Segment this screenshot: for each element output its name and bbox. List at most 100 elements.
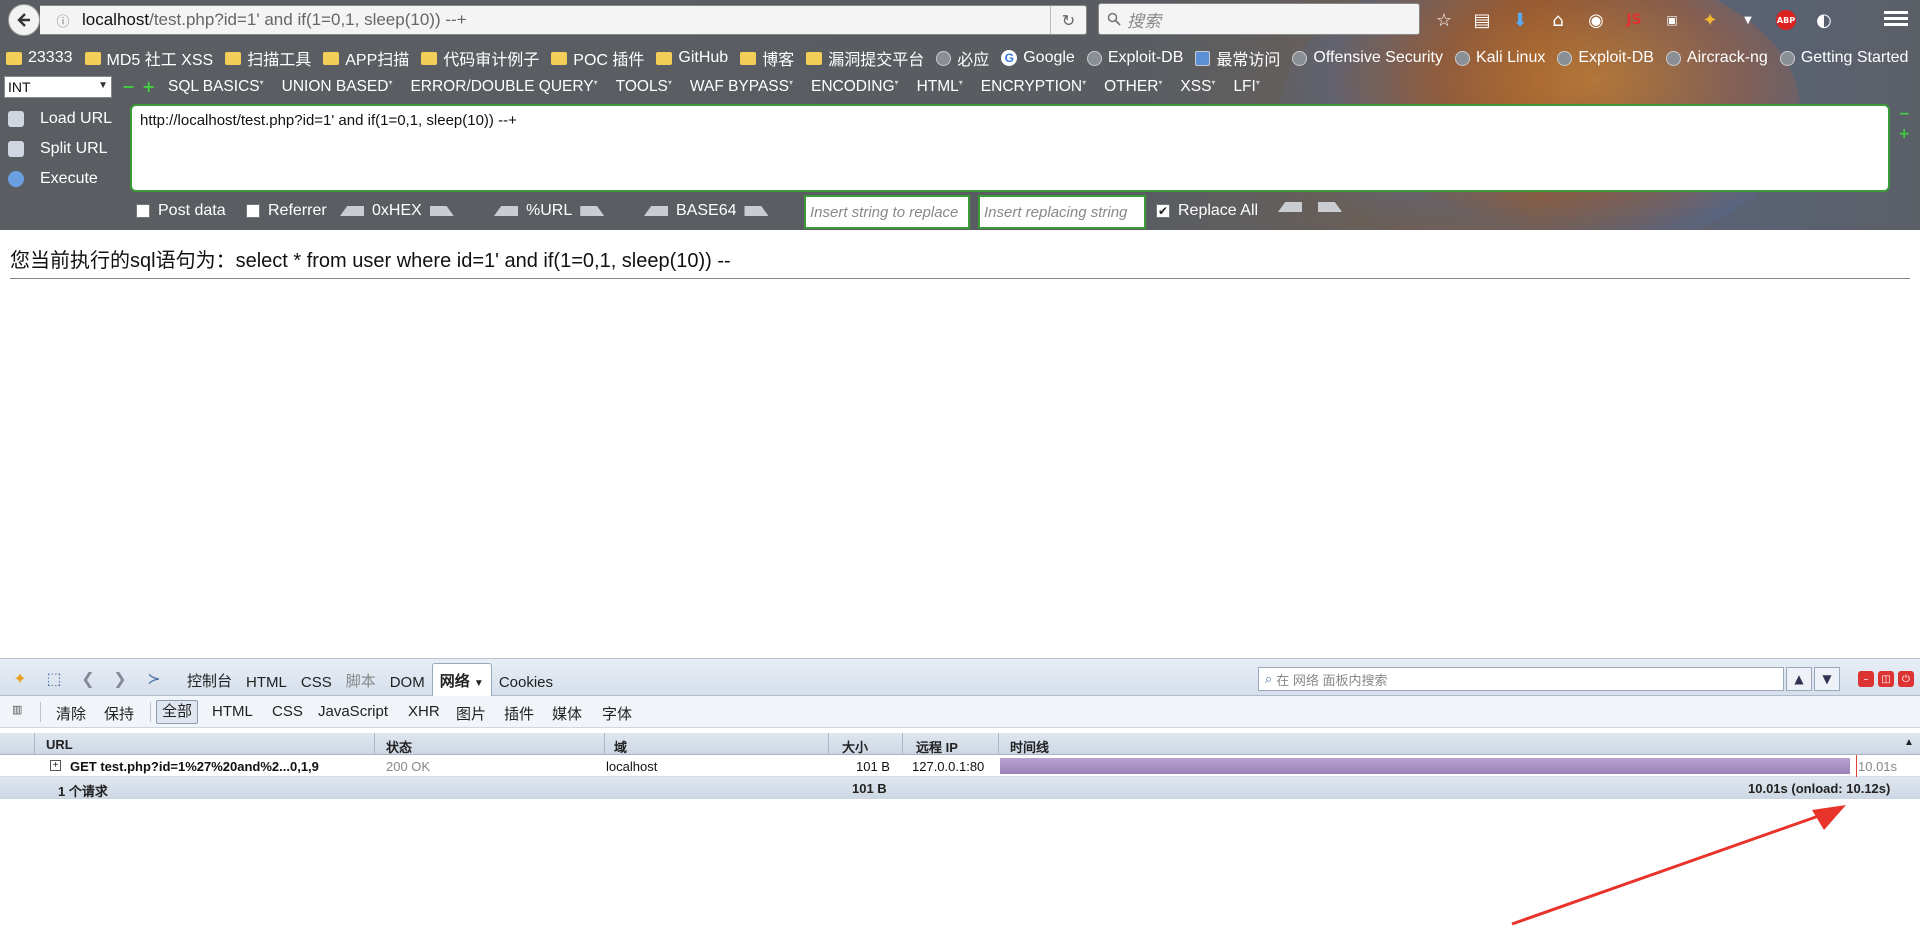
minimize-icon[interactable]: – <box>1858 671 1874 687</box>
search-prev-button[interactable]: ▲ <box>1786 667 1812 691</box>
column-remote-ip[interactable]: 远程 IP <box>916 737 958 756</box>
forward-icon[interactable]: ❯ <box>110 668 130 688</box>
bookmark-link[interactable]: Exploit-DB <box>1557 49 1654 67</box>
url-encode-control[interactable]: %URL <box>486 202 612 220</box>
tab-dom[interactable]: DOM <box>383 668 432 697</box>
bookmark-folder[interactable]: 代码审计例子 <box>421 46 539 70</box>
panel-search-input[interactable]: ⌕ 在 网络 面板内搜索 <box>1258 667 1784 691</box>
home-icon[interactable]: ⌂ <box>1546 8 1570 32</box>
tab-cookies[interactable]: Cookies <box>492 668 560 697</box>
notification-icon[interactable]: ▣ <box>1660 8 1684 32</box>
replace-controls[interactable] <box>1270 202 1350 212</box>
reload-icon[interactable]: ↻ <box>1050 6 1086 34</box>
right-arrow-icon[interactable] <box>429 206 454 216</box>
bookmark-folder[interactable]: 23333 <box>6 49 73 67</box>
filter-media[interactable]: 媒体 <box>552 703 582 724</box>
search-bar[interactable]: 搜索 <box>1098 3 1420 35</box>
bookmark-folder[interactable]: MD5 社工 XSS <box>84 46 213 70</box>
left-arrow-icon[interactable] <box>644 206 668 216</box>
right-arrow-icon[interactable] <box>580 206 605 216</box>
column-domain[interactable]: 域 <box>614 737 627 756</box>
detach-icon[interactable]: ◫ <box>1878 671 1894 687</box>
menu-xss[interactable]: XSS▾ <box>1180 78 1215 96</box>
filter-html[interactable]: HTML <box>212 703 253 720</box>
filter-xhr[interactable]: XHR <box>408 703 440 720</box>
tab-html[interactable]: HTML <box>239 668 294 697</box>
plus-icon[interactable]: + <box>142 77 155 96</box>
back-icon[interactable]: ❮ <box>78 668 98 688</box>
filter-css[interactable]: CSS <box>272 703 303 720</box>
filter-fonts[interactable]: 字体 <box>602 703 632 724</box>
bookmark-folder[interactable]: APP扫描 <box>323 46 409 70</box>
column-timeline[interactable]: 时间线 <box>1010 737 1049 756</box>
menu-sql-basics[interactable]: SQL BASICS▾ <box>168 78 264 96</box>
filter-all[interactable]: 全部 <box>156 700 199 724</box>
firebug-icon[interactable]: ✦ <box>10 668 30 688</box>
split-url-button[interactable]: Split URL <box>0 134 130 164</box>
hamburger-menu-icon[interactable] <box>1884 8 1908 30</box>
menu-html[interactable]: HTML▾ <box>917 78 963 96</box>
reading-list-icon[interactable]: ▤ <box>1470 8 1494 32</box>
bookmark-link[interactable]: Offensive Security <box>1292 49 1443 67</box>
bookmark-link[interactable]: Getting Started <box>1779 49 1908 67</box>
minus-icon[interactable]: − <box>122 77 135 96</box>
back-button[interactable] <box>8 4 40 36</box>
tab-network[interactable]: 网络 ▼ <box>431 663 492 697</box>
left-arrow-icon[interactable] <box>340 206 364 216</box>
tab-script[interactable]: 脚本 <box>339 664 383 697</box>
bookmark-link[interactable]: Kali Linux <box>1454 49 1545 67</box>
command-line-icon[interactable]: ≻ <box>144 668 164 688</box>
bookmark-folder[interactable]: 博客 <box>740 46 794 70</box>
bookmark-link[interactable]: 必应 <box>936 46 989 70</box>
right-arrow-icon[interactable] <box>1318 202 1342 212</box>
menu-union-based[interactable]: UNION BASED▾ <box>282 78 393 96</box>
dropdown-icon[interactable]: ▼ <box>1736 8 1760 32</box>
profile-icon[interactable]: ◐ <box>1812 8 1836 32</box>
menu-error-double-query[interactable]: ERROR/DOUBLE QUERY▾ <box>410 78 597 96</box>
filter-images[interactable]: 图片 <box>456 703 486 724</box>
bookmark-link[interactable]: G Google <box>1001 49 1075 67</box>
clear-button[interactable]: 清除 <box>56 703 86 724</box>
column-size[interactable]: 大小 <box>842 737 868 756</box>
info-icon[interactable]: ⓘ <box>50 11 76 30</box>
replacing-string-input[interactable]: Insert replacing string <box>978 195 1146 229</box>
replace-string-input[interactable]: Insert string to replace <box>804 195 970 229</box>
right-arrow-icon[interactable] <box>744 206 769 216</box>
inspect-icon[interactable]: ⬚ <box>44 668 64 688</box>
filter-javascript[interactable]: JavaScript <box>318 703 388 720</box>
load-url-button[interactable]: Load URL <box>0 104 130 134</box>
tab-css[interactable]: CSS <box>294 668 339 697</box>
replace-all-checkbox[interactable]: ✔ Replace All <box>1156 202 1258 220</box>
bookmark-folder[interactable]: GitHub <box>656 49 728 67</box>
download-icon[interactable]: ⬇ <box>1508 8 1532 32</box>
menu-tools[interactable]: TOOLS▾ <box>616 78 672 96</box>
menu-encryption[interactable]: ENCRYPTION▾ <box>981 78 1086 96</box>
hex-encode-control[interactable]: 0xHEX <box>332 202 462 220</box>
int-select[interactable]: INT ▼ <box>4 76 112 98</box>
menu-encoding[interactable]: ENCODING▾ <box>811 78 899 96</box>
menu-other[interactable]: OTHER▾ <box>1104 78 1162 96</box>
minus-icon[interactable]: − <box>1898 106 1910 122</box>
adblock-icon[interactable]: ABP <box>1774 8 1798 32</box>
column-status[interactable]: 状态 <box>386 737 412 756</box>
plus-icon[interactable]: + <box>1898 126 1910 142</box>
addon-globe-icon[interactable]: ◉ <box>1584 8 1608 32</box>
persist-button[interactable]: 保持 <box>104 703 134 724</box>
column-url[interactable]: URL <box>46 737 73 752</box>
left-arrow-icon[interactable] <box>494 206 518 216</box>
search-next-button[interactable]: ▼ <box>1814 667 1840 691</box>
hackbar-url-textarea[interactable]: http://localhost/test.php?id=1' and if(1… <box>130 104 1890 192</box>
bookmark-link[interactable]: Aircrack-ng <box>1665 49 1768 67</box>
post-data-checkbox[interactable]: Post data <box>136 202 226 220</box>
xhr-icon[interactable]: ▥ <box>12 703 22 716</box>
close-icon[interactable]: ⏻ <box>1898 671 1914 687</box>
table-row[interactable]: + GET test.php?id=1%27%20and%2...0,1,9 2… <box>0 755 1920 777</box>
filter-plugins[interactable]: 插件 <box>504 703 534 724</box>
tab-console[interactable]: 控制台 <box>180 664 239 697</box>
expand-icon[interactable]: + <box>50 760 61 771</box>
left-arrow-icon[interactable] <box>1278 202 1302 212</box>
menu-lfi[interactable]: LFI▾ <box>1233 78 1259 96</box>
url-bar[interactable]: ⓘ localhost/test.php?id=1' and if(1=0,1,… <box>40 5 1087 35</box>
menu-waf-bypass[interactable]: WAF BYPASS▾ <box>690 78 793 96</box>
bookmark-folder[interactable]: 扫描工具 <box>225 46 311 70</box>
